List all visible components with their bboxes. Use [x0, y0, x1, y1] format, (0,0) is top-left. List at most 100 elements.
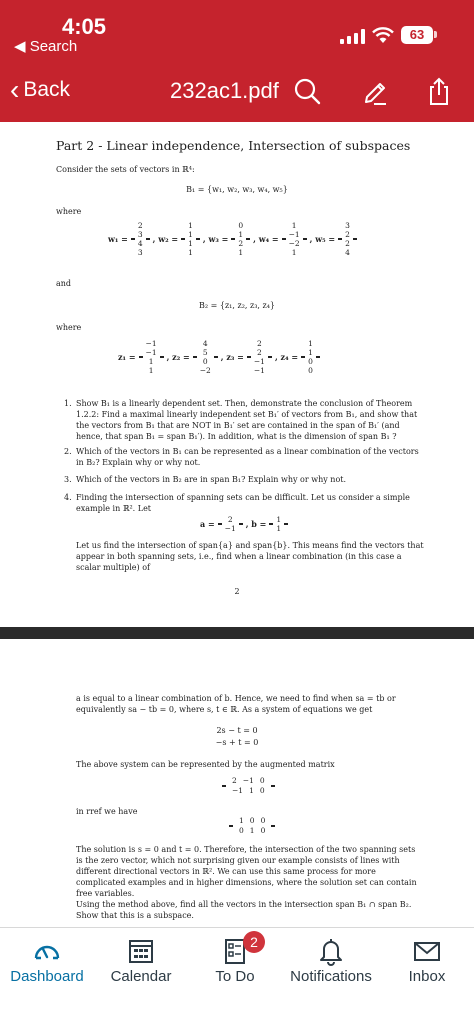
w-vector-entry: 1 — [188, 239, 193, 248]
rref-matrix-row: 100 — [236, 816, 268, 826]
tab-dashboard[interactable]: Dashboard — [0, 928, 94, 1027]
z-vector-entry: 1 — [148, 357, 154, 366]
w-vector-entry: 2 — [345, 230, 350, 239]
augmented-matrix-cell: 1 — [249, 786, 254, 795]
augmented-matrix: 2 −1 0 −1 1 0 — [222, 775, 275, 797]
w-vector-entry: 1 — [238, 230, 244, 239]
question-4-text: Finding the intersection of spanning set… — [76, 493, 410, 513]
z-vector-entries: 1100 — [305, 338, 316, 376]
w-vector-entry: 2 — [137, 221, 143, 230]
calendar-icon — [129, 940, 153, 963]
w-vectors-row: w₁ = 2 3 4 3, w₂ = 1 1 1 1, w₃ = 0 1 2 1, w₄ = 1 −1 −2 1… — [108, 220, 357, 258]
augmented-matrix-body: 2 −1 0 −1 1 0 — [222, 775, 275, 797]
rref-matrix-bracket-right — [271, 825, 276, 827]
augmented-matrix-cell: 0 — [259, 776, 265, 785]
w-vector-bracket-right — [246, 238, 251, 240]
chevron-left-icon: ‹ — [10, 74, 20, 105]
z-vector-entry: 4 — [202, 339, 208, 348]
pdf-page-2: a is equal to a linear combination of b.… — [0, 639, 474, 927]
intro-text: Consider the sets of vectors in ℝ⁴: — [56, 165, 195, 174]
b-vector-entries: 11 — [273, 514, 284, 534]
rref-matrix-row: 010 — [236, 826, 268, 836]
share-icon[interactable] — [424, 76, 454, 106]
w-vector-bracket-right — [195, 238, 200, 240]
z-vector-entry: 1 — [308, 348, 313, 357]
w-vector: 1 −1 −2 1 — [281, 220, 307, 258]
w-vector-entry: 1 — [238, 248, 244, 257]
question-4-continued: Let us find the intersection of span{a} … — [64, 540, 424, 573]
status-back-to-search[interactable]: ◀ Search — [14, 37, 77, 55]
question-3: 3. Which of the vectors in B₂ are in spa… — [64, 474, 424, 485]
rref-matrix-cell: 1 — [249, 826, 255, 835]
z-vector-entry: −2 — [199, 366, 211, 375]
w-vector-label: , w₄ = — [253, 234, 279, 244]
ab-vectors-row: a = 2 −1 , b = 1 1 — [200, 514, 289, 534]
and-text: and — [56, 279, 72, 288]
tab-calendar[interactable]: Calendar — [94, 928, 188, 1027]
w-vector-entry: 1 — [291, 221, 297, 230]
z-vector: −1 −1 1 1 — [138, 338, 164, 376]
tab-todo-label: To Do — [215, 968, 255, 985]
annotate-pen-icon[interactable] — [360, 76, 390, 106]
battery-indicator: 63 — [401, 26, 433, 44]
z-vector-label: , z₂ = — [166, 352, 190, 362]
rref-matrix-cell: 0 — [260, 816, 266, 825]
z-vector-label: , z₃ = — [220, 352, 244, 362]
z-vector-entries: 2 2 −1 −1 — [251, 338, 268, 376]
w-vector-entry: −2 — [288, 239, 300, 248]
back-button[interactable]: ‹ Back — [10, 74, 71, 105]
w-vector-entry: 3 — [345, 221, 350, 230]
bell-icon — [320, 939, 342, 966]
z-vector-entry: 0 — [308, 366, 313, 375]
tab-todo[interactable]: 2 To Do — [188, 928, 282, 1027]
back-label: Back — [23, 78, 71, 101]
app-header: 4:05 ◀ Search 63 ‹ Back 232ac1.pdf — [0, 0, 474, 122]
page-number: 2 — [234, 587, 240, 596]
b-vector-bracket-right — [284, 523, 289, 525]
w-vector-label: , w₃ = — [202, 234, 229, 244]
z-vector: 1100 — [301, 338, 320, 376]
question-4: 4. Finding the intersection of spanning … — [64, 492, 424, 514]
equation-2: −s + t = 0 — [215, 738, 259, 747]
question-4-continued-text: Let us find the intersection of span{a} … — [76, 541, 424, 572]
p2-paragraph-3: in rref we have — [76, 807, 138, 816]
question-4-number: 4. — [64, 493, 72, 502]
z-vector: 4 5 0 −2 — [192, 338, 218, 376]
b-vector-label: , b = — [245, 519, 267, 529]
w-vector: 1111 — [181, 220, 200, 258]
augmented-matrix-cell: 0 — [259, 786, 265, 795]
section-heading: Part 2 - Linear independence, Intersecti… — [56, 138, 411, 153]
document-title: 232ac1.pdf — [170, 78, 279, 103]
augmented-matrix-rows: 2 −1 0 −1 1 0 — [226, 775, 271, 797]
z-vector-entry: −1 — [253, 366, 265, 375]
tab-notifications-label: Notifications — [290, 968, 372, 985]
z-vector-entry: 1 — [148, 366, 154, 375]
tab-inbox[interactable]: Inbox — [380, 928, 474, 1027]
z-vector-label: z₁ = — [118, 352, 136, 362]
z-vector-entry: 0 — [202, 357, 208, 366]
tab-calendar-label: Calendar — [110, 968, 172, 985]
question-3-number: 3. — [64, 475, 72, 484]
question-1-text: Show B₁ is a linearly dependent set. The… — [76, 399, 418, 441]
a-vector-bracket-right — [238, 523, 243, 525]
tab-notifications[interactable]: Notifications — [282, 928, 380, 1027]
w-vector-entry: 1 — [291, 248, 297, 257]
tab-bar: Dashboard Calendar 2 To Do Notifications — [0, 927, 474, 1027]
z-vector-bracket-right — [213, 356, 218, 358]
mail-icon — [414, 942, 440, 961]
w-vector-entry: 1 — [188, 248, 193, 257]
w-vector-bracket-right — [145, 238, 150, 240]
z-vector-entry: 2 — [257, 339, 262, 348]
battery-nub — [434, 31, 437, 38]
a-vector-label: a = — [200, 519, 215, 529]
w-vector-entries: 0121 — [235, 220, 246, 258]
w-vector: 2343 — [130, 220, 150, 258]
z-vector-entry: −1 — [145, 348, 157, 357]
z-vector-entry: 1 — [308, 339, 313, 348]
search-icon[interactable] — [292, 76, 322, 106]
rref-matrix: 100010 — [229, 815, 276, 837]
w-vector-bracket-right — [302, 238, 307, 240]
w-vector-entries: 1111 — [185, 220, 196, 258]
z-vector-entry: −1 — [253, 357, 265, 366]
w-vector-entry: 3 — [137, 248, 143, 257]
